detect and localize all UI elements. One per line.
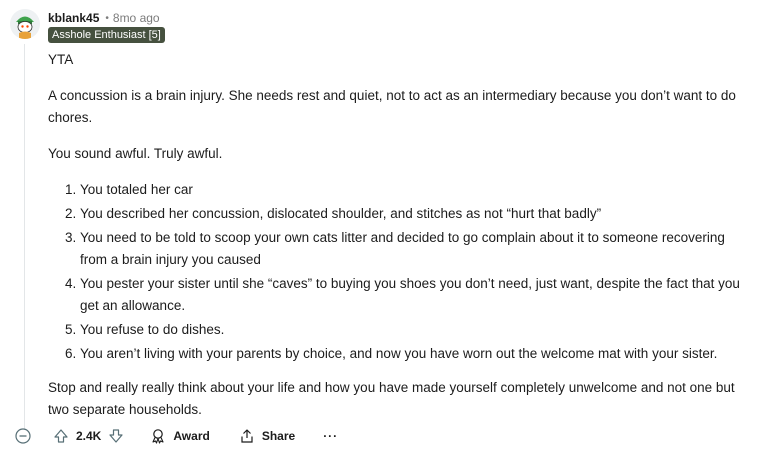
username-link[interactable]: kblank45 [48,11,99,25]
paragraph: A concussion is a brain injury. She need… [48,88,736,125]
more-options-button[interactable]: ··· [323,429,338,443]
share-icon [238,427,256,445]
list-item: You totaled her car [80,179,748,201]
paragraph: Stop and really really think about your … [48,380,735,417]
thread-line [24,44,25,430]
arrow-up-icon[interactable] [52,427,70,445]
award-button[interactable]: Award [149,427,210,445]
meta-separator: • [105,12,109,24]
list-item: You pester your sister until she “caves”… [80,273,748,317]
snoo-avatar-icon [10,9,40,39]
comment-header: kblank45 • 8mo ago [48,9,160,27]
user-flair: Asshole Enthusiast [5] [48,27,165,43]
list-item: You described her concussion, dislocated… [80,203,748,225]
arrow-down-icon[interactable] [107,427,125,445]
avatar[interactable] [10,9,40,39]
numbered-list: You totaled her car You described her co… [48,179,748,365]
paragraph: YTA [48,52,74,67]
list-item: You aren’t living with your parents by c… [80,343,748,365]
share-button[interactable]: Share [238,427,295,445]
list-item: You refuse to do dishes. [80,319,748,341]
paragraph: You sound awful. Truly awful. [48,146,223,161]
minus-circle-icon[interactable] [14,427,32,445]
award-label: Award [173,429,210,443]
list-item: You need to be told to scoop your own ca… [80,227,748,271]
vote-score: 2.4K [76,429,102,443]
timestamp[interactable]: 8mo ago [113,11,160,25]
award-icon [149,427,167,445]
share-label: Share [261,429,296,443]
comment-actions: 2.4K Award Share ··· [14,426,338,446]
comment-body: YTA A concussion is a brain injury. She … [48,49,748,435]
